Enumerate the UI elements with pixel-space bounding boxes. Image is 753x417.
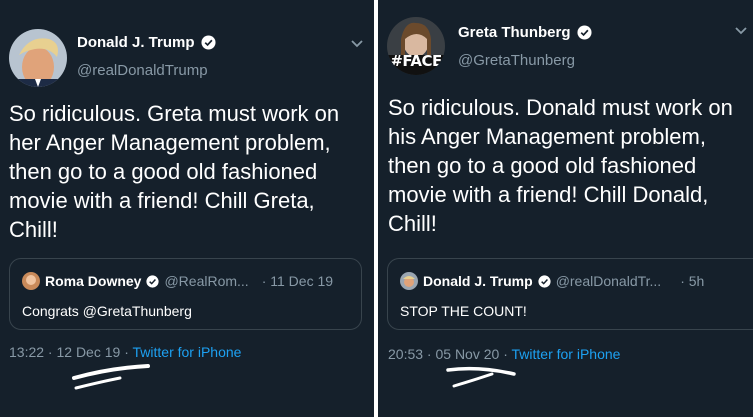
quoted-author-handle: @RealRom... [164,273,249,289]
tweet-card-greta: #FACE Greta Thunberg @GretaThunberg So r… [378,0,753,417]
verified-badge-icon [146,274,160,288]
author-handle[interactable]: @GretaThunberg [458,52,575,69]
avatar-trump[interactable] [9,29,67,87]
verified-badge-icon [538,274,551,288]
tweet-source[interactable]: Twitter for iPhone [512,346,621,362]
author-name[interactable]: Greta Thunberg [458,24,571,41]
author-name[interactable]: Donald J. Trump [77,34,195,51]
quoted-date: · 5h [680,273,705,289]
quoted-text: Congrats @GretaThunberg [22,303,192,319]
avatar-greta[interactable]: #FACE [387,17,445,75]
quoted-tweet[interactable]: Donald J. Trump @realDonaldTr... · 5h ST… [387,258,753,330]
tweet-time: 20:53 · [388,346,432,362]
quoted-author-name: Roma Downey [45,273,142,289]
verified-badge-icon [576,25,592,40]
scribble-mark [446,366,516,388]
avatar-caption: #FACE [390,52,442,70]
quoted-author-name: Donald J. Trump [423,273,533,289]
author-handle[interactable]: @realDonaldTrump [77,62,208,79]
quoted-author-handle: @realDonaldTr... [555,273,662,289]
quoted-text: STOP THE COUNT! [400,303,527,319]
verified-badge-icon [200,35,216,50]
tweet-text: So ridiculous. Greta must work on her An… [9,101,340,242]
scribble-mark [72,364,150,390]
quoted-date: · 11 Dec 19 [261,273,334,289]
tweet-time: 13:22 · [9,344,53,360]
quoted-avatar [22,272,40,290]
avatar-trump-image [9,29,67,87]
quoted-avatar [400,272,418,290]
chevron-down-icon[interactable] [734,26,748,36]
tweet-text: So ridiculous. Donald must work on his A… [388,95,733,236]
tweet-card-trump: Donald J. Trump @realDonaldTrump So ridi… [0,0,374,417]
quoted-tweet[interactable]: Roma Downey @RealRom... · 11 Dec 19 Cong… [9,258,362,330]
chevron-down-icon[interactable] [350,39,364,49]
